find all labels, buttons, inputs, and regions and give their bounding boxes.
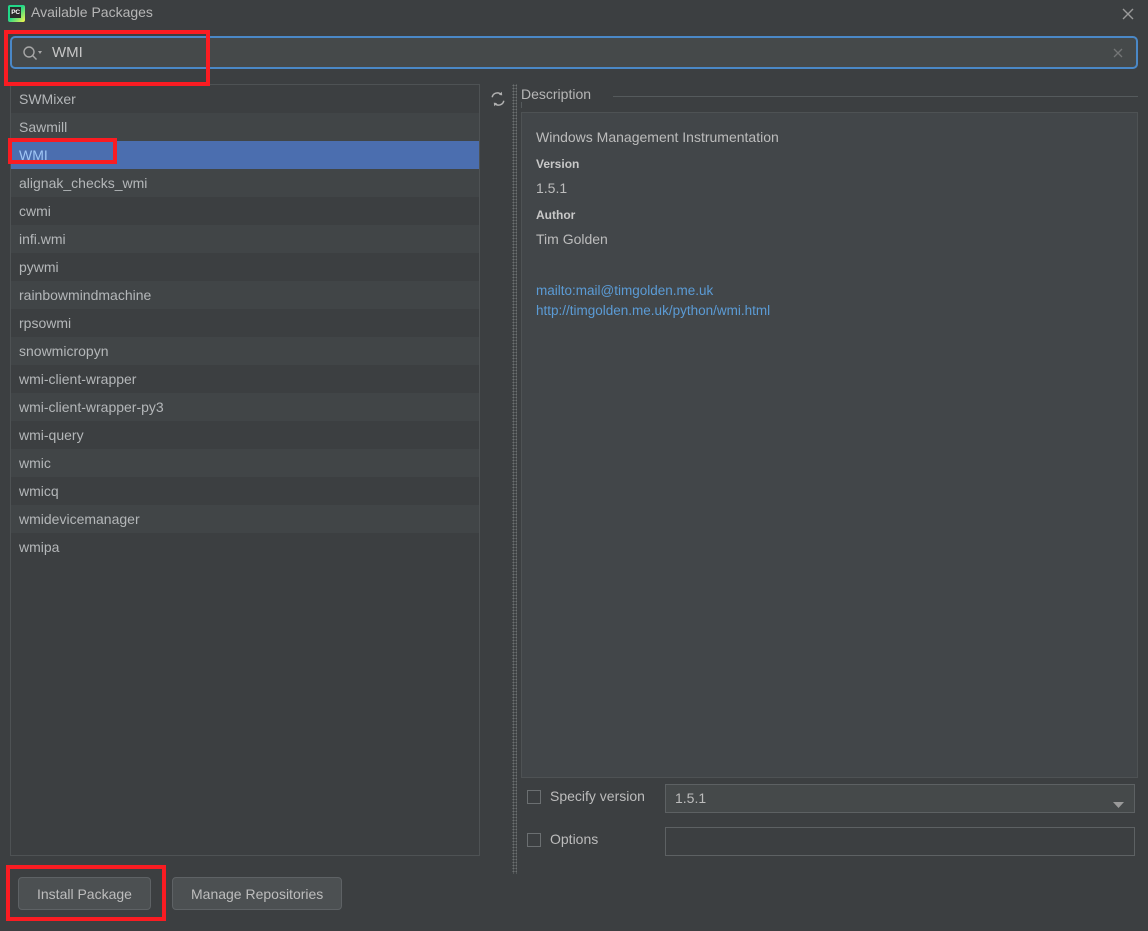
window-title-bar: PC Available Packages	[0, 0, 1148, 28]
pycharm-logo-text: PC	[10, 7, 21, 18]
package-list-item[interactable]: wmidevicemanager	[11, 505, 479, 533]
description-content: Windows Management Instrumentation Versi…	[521, 112, 1138, 778]
package-list-item[interactable]: wmicq	[11, 477, 479, 505]
package-list-item[interactable]: SWMixer	[11, 85, 479, 113]
author-value: Tim Golden	[536, 231, 608, 247]
package-list-item[interactable]: rainbowmindmachine	[11, 281, 479, 309]
install-package-button[interactable]: Install Package	[18, 877, 151, 910]
close-icon[interactable]	[1118, 4, 1138, 24]
page-title: Available Packages	[31, 4, 153, 20]
refresh-icon[interactable]	[489, 90, 507, 108]
search-input[interactable]	[50, 38, 1090, 67]
package-list-item[interactable]: wmi-client-wrapper	[11, 365, 479, 393]
package-list-item[interactable]: rpsowmi	[11, 309, 479, 337]
description-legend: Description	[521, 86, 599, 102]
package-list-item[interactable]: wmi-query	[11, 421, 479, 449]
specify-version-checkbox[interactable]	[527, 790, 541, 804]
chevron-down-icon-svg	[1113, 802, 1124, 808]
package-list-gutter	[480, 84, 512, 856]
search-field[interactable]	[10, 36, 1138, 69]
clear-icon-svg	[1113, 48, 1123, 58]
package-summary: Windows Management Instrumentation	[536, 129, 779, 145]
package-list-item[interactable]: cwmi	[11, 197, 479, 225]
author-label: Author	[536, 208, 576, 222]
options-checkbox[interactable]	[527, 833, 541, 847]
package-list[interactable]: SWMixer Sawmill WMI alignak_checks_wmi cwmi i…	[10, 84, 480, 856]
version-value: 1.5.1	[536, 180, 568, 196]
homepage-link[interactable]: http://timgolden.me.uk/python/wmi.html	[536, 301, 1123, 321]
specify-version-label: Specify version	[550, 788, 645, 804]
mail-link[interactable]: mailto:mail@timgolden.me.uk	[536, 281, 1123, 301]
options-input[interactable]	[666, 828, 1134, 855]
pycharm-logo-icon: PC	[8, 5, 25, 22]
package-list-item[interactable]: wmi-client-wrapper-py3	[11, 393, 479, 421]
package-list-item[interactable]: snowmicropyn	[11, 337, 479, 365]
search-icon-svg	[23, 46, 42, 60]
close-icon-svg	[1122, 8, 1134, 20]
options-label: Options	[550, 831, 599, 847]
chevron-down-icon	[1113, 797, 1124, 812]
clear-icon[interactable]	[1110, 45, 1126, 61]
version-select[interactable]: 1.5.1	[665, 784, 1135, 813]
package-list-item[interactable]: infi.wmi	[11, 225, 479, 253]
options-field[interactable]	[665, 827, 1135, 856]
description-border-rule	[613, 96, 1138, 97]
description-group: Description Windows Management Instrumen…	[521, 86, 1138, 778]
package-list-item[interactable]: wmic	[11, 449, 479, 477]
package-list-item[interactable]: Sawmill	[11, 113, 479, 141]
refresh-icon-svg	[491, 91, 505, 107]
package-list-item[interactable]: WMI	[11, 141, 479, 169]
version-label: Version	[536, 157, 580, 171]
search-dropdown-icon[interactable]	[22, 45, 44, 61]
version-select-value: 1.5.1	[675, 790, 707, 806]
package-list-item[interactable]: alignak_checks_wmi	[11, 169, 479, 197]
manage-repositories-button[interactable]: Manage Repositories	[172, 877, 343, 910]
panel-splitter[interactable]	[512, 84, 517, 874]
package-list-item[interactable]: wmipa	[11, 533, 479, 561]
package-list-item[interactable]: pywmi	[11, 253, 479, 281]
description-links: mailto:mail@timgolden.me.uk http://timgo…	[536, 281, 1123, 322]
